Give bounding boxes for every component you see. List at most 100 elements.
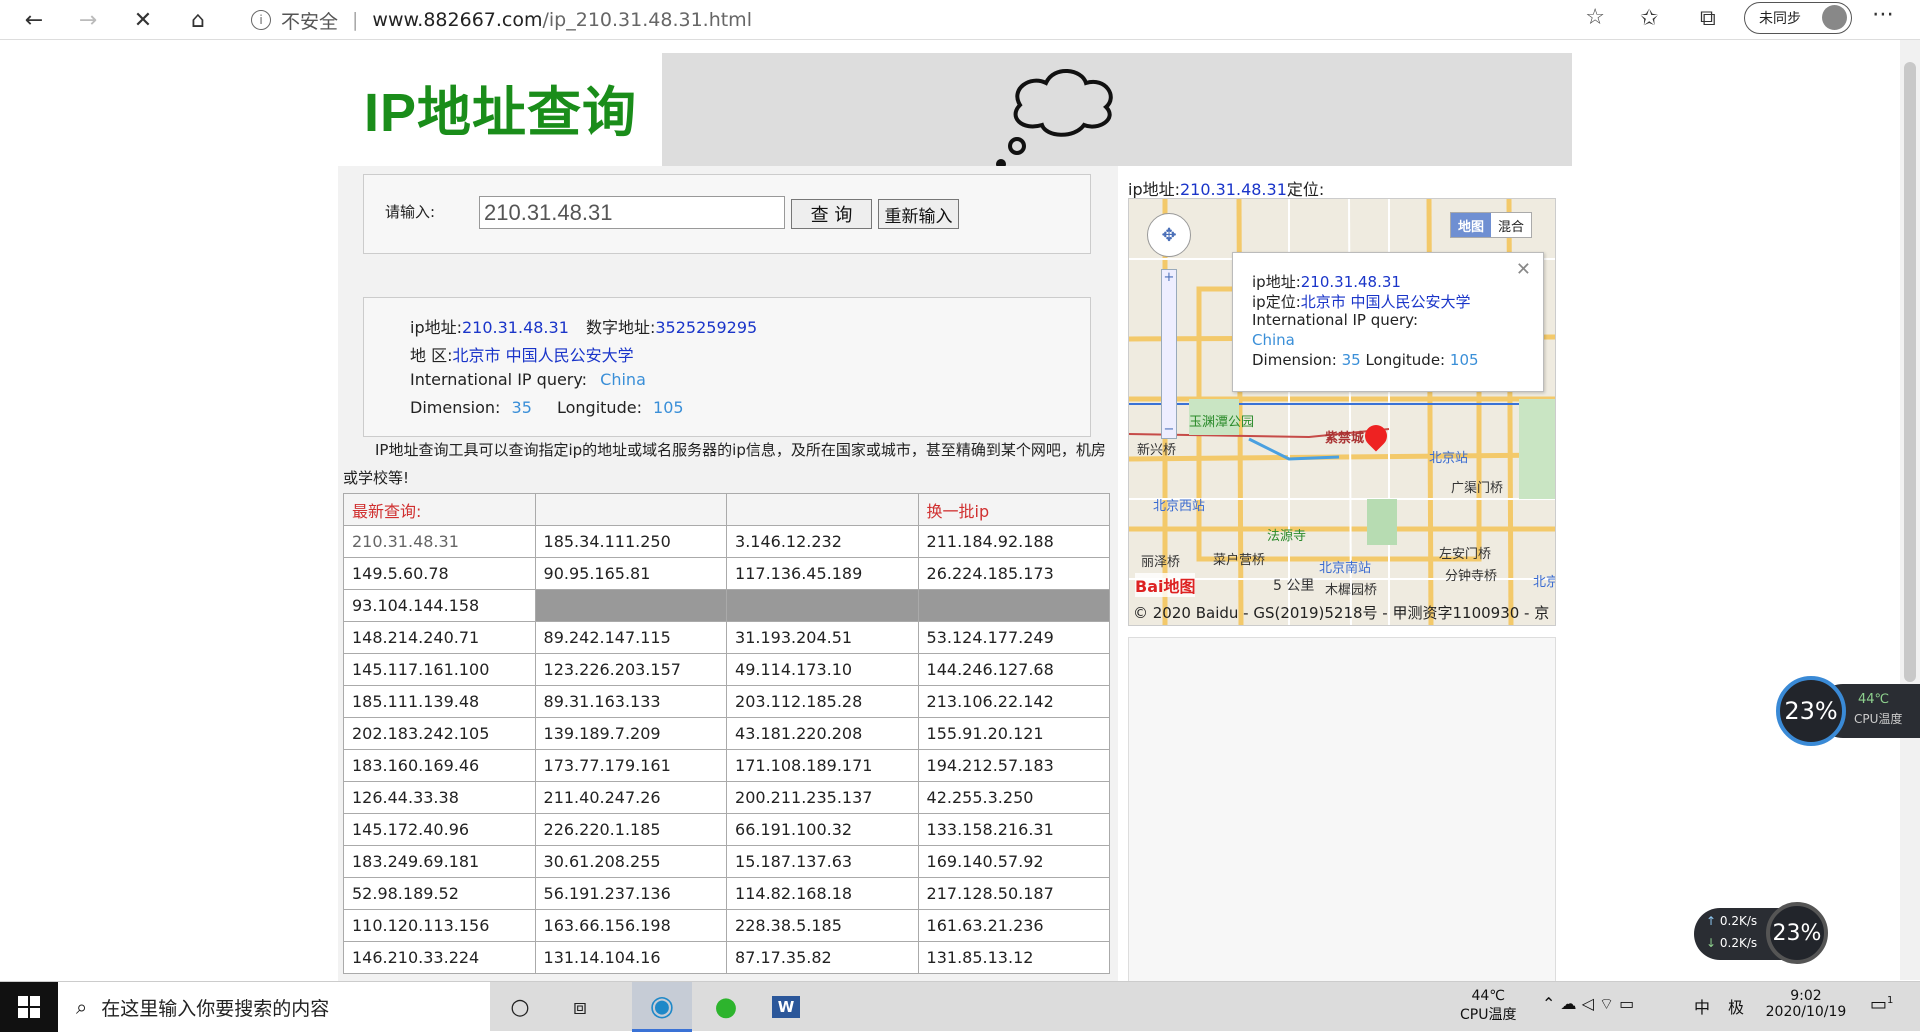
tab-map[interactable]: 地图 <box>1451 213 1492 237</box>
popup-lon-label: Longitude: <box>1365 351 1446 369</box>
ip-cell[interactable]: 42.255.3.250 <box>917 781 1111 814</box>
ip-cell[interactable]: 31.193.204.51 <box>726 621 919 654</box>
task-view-icon[interactable]: ⧈ <box>550 982 610 1032</box>
tool-description: IP地址查询工具可以查询指定ip的地址或域名服务器的ip信息，及所在国家或城市，… <box>343 441 1106 487</box>
stop-icon[interactable]: ✕ <box>127 4 159 36</box>
ip-cell[interactable]: 52.98.189.52 <box>343 877 536 910</box>
taskbar-search[interactable]: ⌕ 在这里输入你要搜索的内容 <box>58 982 490 1032</box>
ip-cell[interactable]: 131.14.104.16 <box>534 941 728 974</box>
site-logo[interactable]: IP地址查询 <box>364 68 637 147</box>
ip-cell[interactable]: 126.44.33.38 <box>343 781 536 814</box>
more-menu-icon[interactable]: ⋯ <box>1872 2 1894 27</box>
ip-cell[interactable]: 15.187.137.63 <box>726 845 919 878</box>
ip-cell[interactable]: 139.189.7.209 <box>534 717 728 750</box>
ip-search-input[interactable] <box>479 196 785 229</box>
ip-cell[interactable]: 185.34.111.250 <box>534 525 728 558</box>
close-icon[interactable]: ✕ <box>1516 259 1531 280</box>
tray-cpu-temp[interactable]: 44℃ CPU温度 <box>1460 988 1516 1024</box>
table-row: 183.249.69.181 30.61.208.255 15.187.137.63… <box>343 845 1111 878</box>
word-icon[interactable]: W <box>756 982 816 1032</box>
ip-cell[interactable]: 87.17.35.82 <box>726 941 919 974</box>
ip-cell[interactable]: 110.120.113.156 <box>343 909 536 942</box>
ip-cell[interactable]: 43.181.220.208 <box>726 717 919 750</box>
ip-cell[interactable]: 145.172.40.96 <box>343 813 536 846</box>
ip-cell[interactable]: 114.82.168.18 <box>726 877 919 910</box>
network-monitor-widget[interactable]: ↑ 0.2K/s ↓ 0.2K/s 23% <box>1694 902 1842 964</box>
tray-icons[interactable]: ⌃ ☁ ◁ ⌔ ▭ <box>1542 994 1634 1014</box>
notification-icon[interactable]: ▭1 <box>1870 994 1893 1015</box>
ime-layout[interactable]: 极 <box>1728 994 1744 1018</box>
ip-cell[interactable]: 217.128.50.187 <box>917 877 1111 910</box>
ip-cell[interactable]: 3.146.12.232 <box>726 525 919 558</box>
ip-cell[interactable]: 149.5.60.78 <box>343 557 536 590</box>
table-row: 145.117.161.100 123.226.203.157 49.114.173… <box>343 653 1111 686</box>
ip-cell[interactable]: 155.91.20.121 <box>917 717 1111 750</box>
ip-cell[interactable]: 210.31.48.31 <box>343 525 536 558</box>
ip-cell[interactable]: 146.210.33.224 <box>343 941 536 974</box>
ip-cell[interactable]: 171.108.189.171 <box>726 749 919 782</box>
favorite-star-icon[interactable]: ☆ <box>1585 5 1605 30</box>
ip-cell[interactable]: 163.66.156.198 <box>534 909 728 942</box>
ip-cell[interactable]: 211.184.92.188 <box>917 525 1111 558</box>
ip-cell[interactable]: 203.112.185.28 <box>726 685 919 718</box>
refresh-ip-link[interactable]: 换一批ip <box>917 493 1111 526</box>
ip-cell[interactable]: 173.77.179.161 <box>534 749 728 782</box>
ip-cell[interactable]: 213.106.22.142 <box>917 685 1111 718</box>
ip-cell[interactable]: 26.224.185.173 <box>917 557 1111 590</box>
ip-cell[interactable]: 56.191.237.136 <box>534 877 728 910</box>
ip-cell[interactable]: 148.214.240.71 <box>343 621 536 654</box>
page-scrollbar[interactable] <box>1900 40 1920 980</box>
home-icon[interactable]: ⌂ <box>182 4 214 36</box>
map-title-ip: 210.31.48.31 <box>1180 180 1287 199</box>
ime-mode[interactable]: 中 <box>1694 994 1710 1018</box>
clock[interactable]: 9:02 2020/10/19 <box>1764 988 1848 1020</box>
ip-cell[interactable]: 144.246.127.68 <box>917 653 1111 686</box>
cortana-icon[interactable]: ○ <box>490 982 550 1032</box>
browser-toolbar: ← → ✕ ⌂ i 不安全 | www.882667.com /ip_210.3… <box>0 0 1920 40</box>
ip-cell[interactable]: 66.191.100.32 <box>726 813 919 846</box>
back-icon[interactable]: ← <box>18 4 50 36</box>
ip-cell[interactable]: 89.242.147.115 <box>534 621 728 654</box>
ip-cell[interactable]: 93.104.144.158 <box>343 589 536 622</box>
ip-cell[interactable]: 194.212.57.183 <box>917 749 1111 782</box>
ip-cell[interactable]: 30.61.208.255 <box>534 845 728 878</box>
ip-cell[interactable]: 211.40.247.26 <box>534 781 728 814</box>
scrollbar-thumb[interactable] <box>1904 62 1916 682</box>
edge-browser-icon[interactable]: ◉ <box>632 982 692 1032</box>
ip-cell[interactable]: 185.111.139.48 <box>343 685 536 718</box>
ip-cell[interactable]: 53.124.177.249 <box>917 621 1111 654</box>
ip-cell[interactable]: 89.31.163.133 <box>534 685 728 718</box>
ip-cell[interactable]: 145.117.161.100 <box>343 653 536 686</box>
info-icon[interactable]: i <box>251 10 271 30</box>
ip-cell[interactable]: 183.160.169.46 <box>343 749 536 782</box>
cpu-monitor-widget[interactable]: 23% 44℃ CPU温度 <box>1776 676 1920 746</box>
collections-icon[interactable]: ⧉ <box>1700 6 1716 31</box>
ip-cell[interactable]: 90.95.165.81 <box>534 557 728 590</box>
profile-sync-button[interactable]: 未同步 <box>1744 2 1852 34</box>
map-zoom-control[interactable]: ✥ <box>1147 213 1191 257</box>
zoom-out-icon[interactable]: − <box>1162 422 1176 438</box>
wechat-icon[interactable]: ● <box>696 982 756 1032</box>
ip-cell[interactable]: 228.38.5.185 <box>726 909 919 942</box>
ip-cell[interactable]: 200.211.235.137 <box>726 781 919 814</box>
tab-hybrid[interactable]: 混合 <box>1491 213 1531 237</box>
start-button[interactable] <box>0 982 58 1032</box>
ip-cell[interactable]: 202.183.242.105 <box>343 717 536 750</box>
address-bar[interactable]: i 不安全 | www.882667.com /ip_210.31.48.31.… <box>235 3 1627 37</box>
query-button[interactable]: 查 询 <box>791 199 872 229</box>
favorites-icon[interactable]: ✩ <box>1640 6 1658 31</box>
ip-cell[interactable]: 161.63.21.236 <box>917 909 1111 942</box>
map-type-tabs: 地图 混合 <box>1450 212 1533 238</box>
ip-cell[interactable]: 131.85.13.12 <box>917 941 1111 974</box>
ip-cell[interactable]: 133.158.216.31 <box>917 813 1111 846</box>
forward-icon[interactable]: → <box>72 4 104 36</box>
ip-cell[interactable]: 49.114.173.10 <box>726 653 919 686</box>
ip-cell[interactable]: 169.140.57.92 <box>917 845 1111 878</box>
zoom-in-icon[interactable]: + <box>1162 270 1176 286</box>
ip-cell[interactable]: 183.249.69.181 <box>343 845 536 878</box>
ip-cell[interactable]: 123.226.203.157 <box>534 653 728 686</box>
reset-button[interactable]: 重新输入 <box>878 199 959 229</box>
zoom-slider[interactable]: + − <box>1161 269 1177 439</box>
ip-cell[interactable]: 117.136.45.189 <box>726 557 919 590</box>
ip-cell[interactable]: 226.220.1.185 <box>534 813 728 846</box>
